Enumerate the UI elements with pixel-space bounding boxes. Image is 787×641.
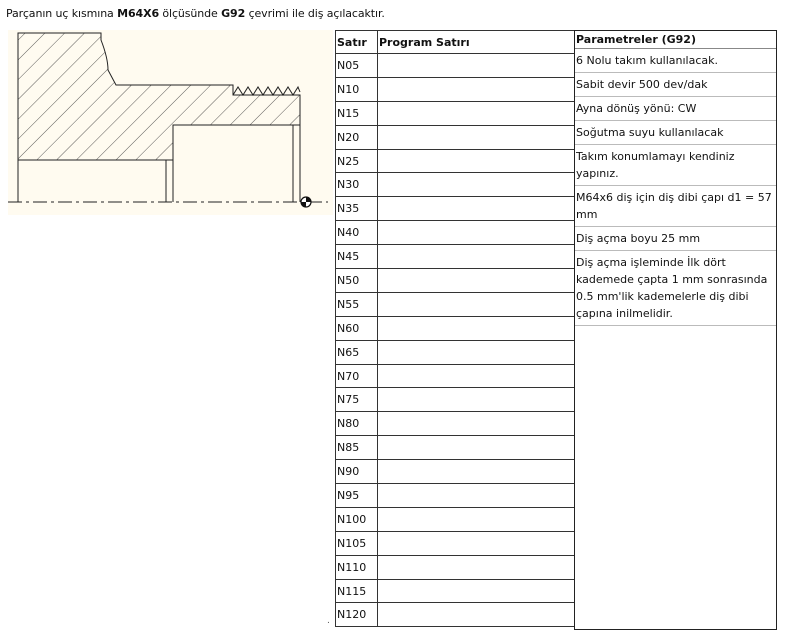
line-number-cell: N115	[335, 578, 378, 604]
program-line-cell[interactable]	[377, 554, 575, 580]
line-number-cell: N10	[335, 76, 378, 102]
part-drawing	[8, 30, 333, 215]
hatched-section	[17, 32, 301, 161]
table-row: N105	[335, 530, 575, 556]
program-line-cell[interactable]	[377, 435, 575, 461]
table-row: N30	[335, 172, 575, 198]
line-number-cell: N25	[335, 148, 378, 174]
line-number-cell: N55	[335, 291, 378, 317]
table-row: N05	[335, 53, 575, 78]
part-drawing-svg	[8, 32, 328, 208]
parameters-panel: Parametreler (G92) 6 Nolu takım kullanıl…	[574, 30, 777, 630]
program-line-cell[interactable]	[377, 363, 575, 389]
table-row: N55	[335, 291, 575, 317]
parameter-item: M64x6 diş için diş dibi çapı d1 = 57 mm	[575, 186, 776, 227]
stray-dot: .	[327, 616, 330, 626]
header-program-satiri: Program Satırı	[377, 30, 575, 54]
program-line-cell[interactable]	[377, 100, 575, 126]
table-header-row: Satır Program Satırı	[335, 30, 575, 54]
table-row: N35	[335, 196, 575, 222]
parameter-item: Takım konumlamayı kendiniz yapınız.	[575, 145, 776, 186]
line-number-cell: N110	[335, 554, 378, 580]
line-number-cell: N30	[335, 172, 378, 198]
parameter-item: Sabit devir 500 dev/dak	[575, 73, 776, 97]
program-table-body: N05 N10 N15 N20 N25 N30 N35 N40 N45 N50 N55 N60 N65 N…	[335, 53, 575, 628]
table-row: N70	[335, 363, 575, 389]
program-line-cell[interactable]	[377, 196, 575, 222]
instruction-text: Parçanın uç kısmına M64X6 ölçüsünde G92 …	[6, 7, 385, 20]
parameter-item: Diş açma boyu 25 mm	[575, 227, 776, 251]
table-row: N65	[335, 339, 575, 365]
header-satir: Satır	[335, 30, 378, 54]
program-line-cell[interactable]	[377, 268, 575, 293]
line-number-cell: N40	[335, 220, 378, 246]
line-number-cell: N65	[335, 339, 378, 365]
line-number-cell: N95	[335, 483, 378, 508]
parameters-header: Parametreler (G92)	[575, 31, 776, 49]
table-row: N45	[335, 244, 575, 270]
program-line-cell[interactable]	[377, 76, 575, 102]
program-line-cell[interactable]	[377, 220, 575, 246]
program-line-cell[interactable]	[377, 506, 575, 532]
program-sheet: Satır Program Satırı N05 N10 N15 N20 N25 N30 N…	[335, 30, 778, 630]
program-line-cell[interactable]	[377, 483, 575, 508]
line-number-cell: N105	[335, 530, 378, 556]
line-number-cell: N75	[335, 387, 378, 413]
table-row: N80	[335, 411, 575, 437]
line-number-cell: N20	[335, 124, 378, 150]
program-line-cell[interactable]	[377, 530, 575, 556]
program-line-cell[interactable]	[377, 315, 575, 341]
table-row: N90	[335, 459, 575, 485]
table-row: N85	[335, 435, 575, 461]
thread-teeth	[232, 85, 301, 96]
program-line-cell[interactable]	[377, 124, 575, 150]
program-line-cell[interactable]	[377, 53, 575, 78]
program-line-cell[interactable]	[377, 244, 575, 270]
program-line-cell[interactable]	[377, 602, 575, 628]
table-row: N75	[335, 387, 575, 413]
table-row: N20	[335, 124, 575, 150]
table-row: N100	[335, 506, 575, 532]
program-table: Satır Program Satırı N05 N10 N15 N20 N25 N30 N…	[335, 30, 575, 628]
line-number-cell: N85	[335, 435, 378, 461]
program-line-cell[interactable]	[377, 172, 575, 198]
table-row: N60	[335, 315, 575, 341]
table-row: N95	[335, 483, 575, 508]
parameter-item: 6 Nolu takım kullanılacak.	[575, 49, 776, 73]
program-line-cell[interactable]	[377, 411, 575, 437]
parameters-list: 6 Nolu takım kullanılacak. Sabit devir 50…	[575, 49, 776, 326]
table-row: N40	[335, 220, 575, 246]
table-row: N110	[335, 554, 575, 580]
line-number-cell: N100	[335, 506, 378, 532]
program-line-cell[interactable]	[377, 291, 575, 317]
table-row: N10	[335, 76, 575, 102]
line-number-cell: N15	[335, 100, 378, 126]
program-line-cell[interactable]	[377, 578, 575, 604]
line-number-cell: N120	[335, 602, 378, 628]
table-row: N25	[335, 148, 575, 174]
line-number-cell: N35	[335, 196, 378, 222]
line-number-cell: N70	[335, 363, 378, 389]
line-number-cell: N50	[335, 268, 378, 293]
line-number-cell: N05	[335, 53, 378, 78]
line-number-cell: N45	[335, 244, 378, 270]
program-line-cell[interactable]	[377, 148, 575, 174]
line-number-cell: N80	[335, 411, 378, 437]
parameter-item: Ayna dönüş yönü: CW	[575, 97, 776, 121]
line-number-cell: N60	[335, 315, 378, 341]
table-row: N15	[335, 100, 575, 126]
parameter-item: Soğutma suyu kullanılacak	[575, 121, 776, 145]
program-line-cell[interactable]	[377, 339, 575, 365]
line-number-cell: N90	[335, 459, 378, 485]
table-row: N50	[335, 268, 575, 293]
table-row: N115	[335, 578, 575, 604]
program-line-cell[interactable]	[377, 459, 575, 485]
table-row: N120	[335, 602, 575, 628]
parameter-item: Diş açma işleminde İlk dört kademede çap…	[575, 251, 776, 326]
program-line-cell[interactable]	[377, 387, 575, 413]
